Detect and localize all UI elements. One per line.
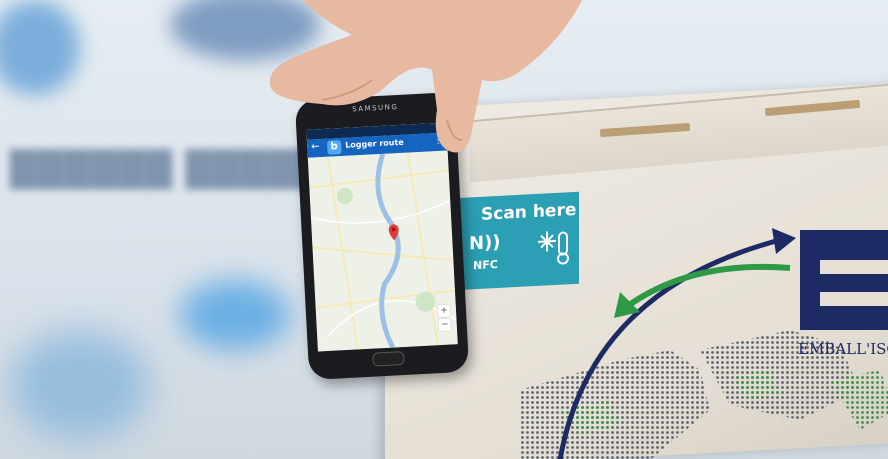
background-blob <box>10 330 150 440</box>
brand-name: EMBALL'ISO <box>798 340 888 358</box>
temperature-snowflake-icon <box>538 231 569 265</box>
home-button[interactable] <box>372 351 405 367</box>
brand-logo-cut <box>820 260 888 274</box>
brand-logo <box>800 230 888 330</box>
nfc-scan-label[interactable]: Scan here N)) NFC <box>459 191 579 290</box>
nfc-text: NFC <box>473 257 498 273</box>
photo-scene: ██████ █████ ████ EMBALL'ISO Scan here N… <box>0 0 888 459</box>
zoom-out-button[interactable]: − <box>438 318 452 332</box>
hand <box>269 0 582 153</box>
brand-logo-cut <box>820 292 888 306</box>
zoom-in-button[interactable]: + <box>437 304 451 318</box>
background-blob <box>180 280 290 350</box>
map-view[interactable] <box>307 150 458 352</box>
scan-here-text: Scan here <box>481 199 577 225</box>
nfc-icon: N)) <box>469 231 501 255</box>
